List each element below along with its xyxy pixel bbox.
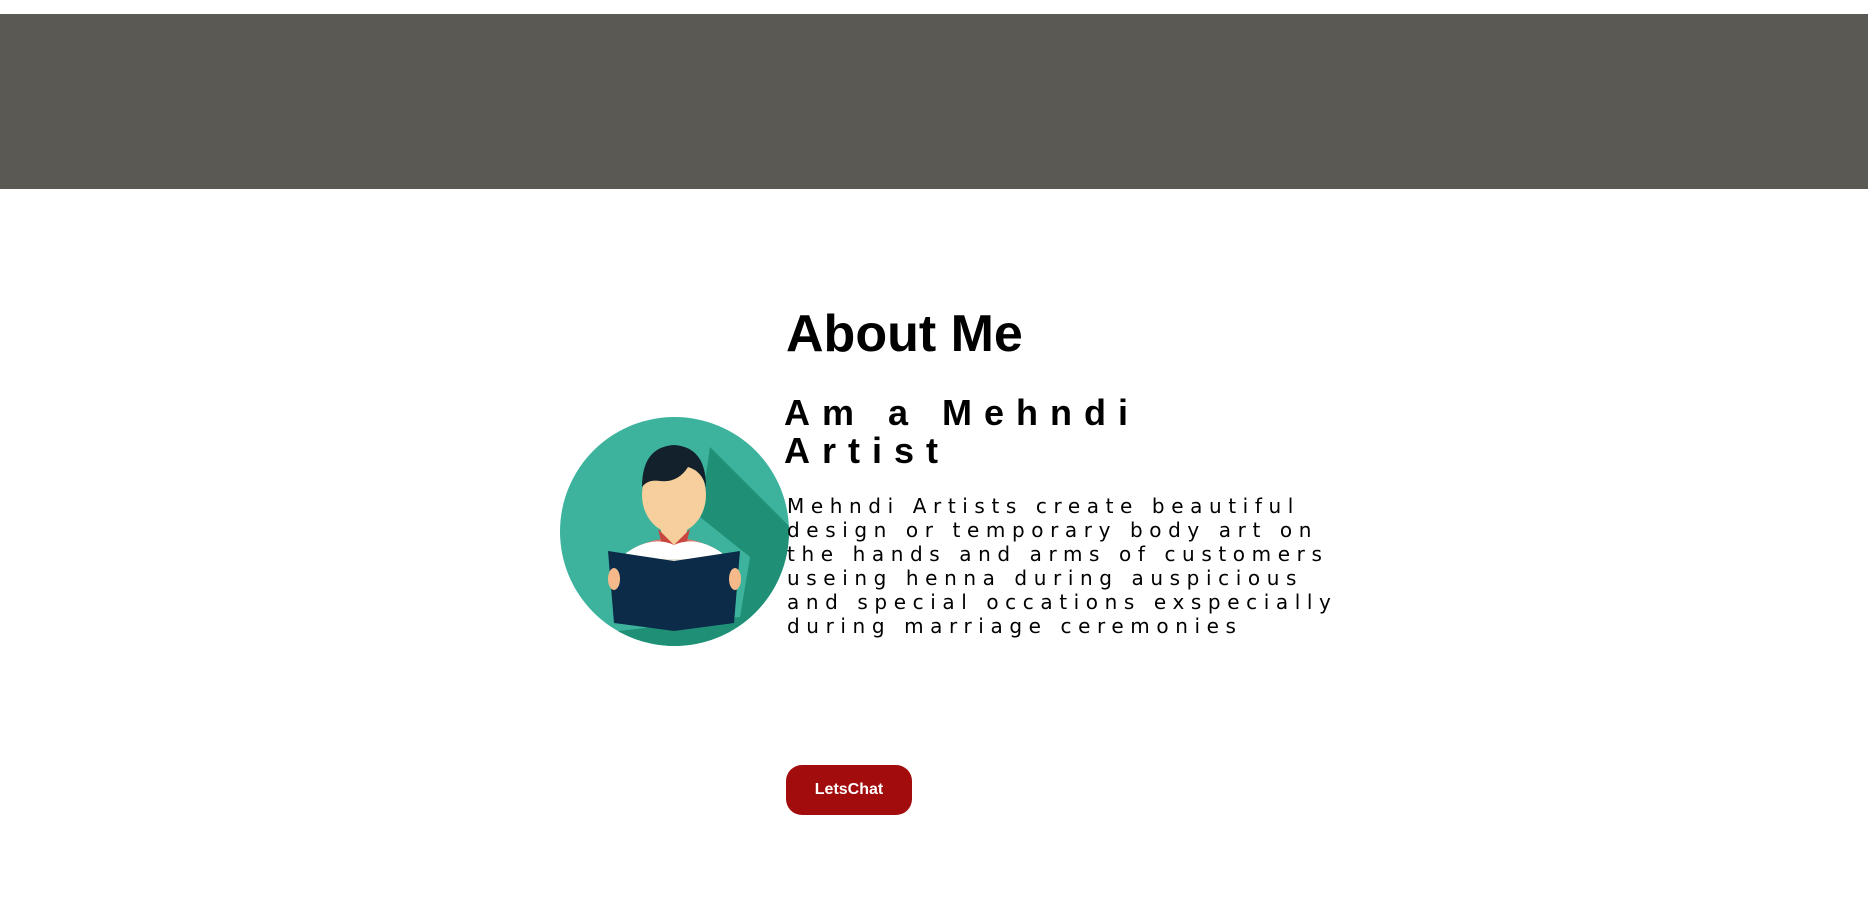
role-heading: Am a Mehndi Artist: [784, 392, 1141, 471]
page-title: About Me: [786, 305, 1023, 363]
bio-text: Mehndi Artists create beautiful design o…: [787, 494, 1338, 638]
page: About Me Am a Mehndi Artist Mehndi Artis…: [0, 0, 1873, 906]
reading-person-icon: [560, 417, 789, 646]
avatar: [560, 417, 789, 646]
top-banner: [0, 14, 1868, 189]
lets-chat-button[interactable]: LetsChat: [786, 765, 912, 815]
